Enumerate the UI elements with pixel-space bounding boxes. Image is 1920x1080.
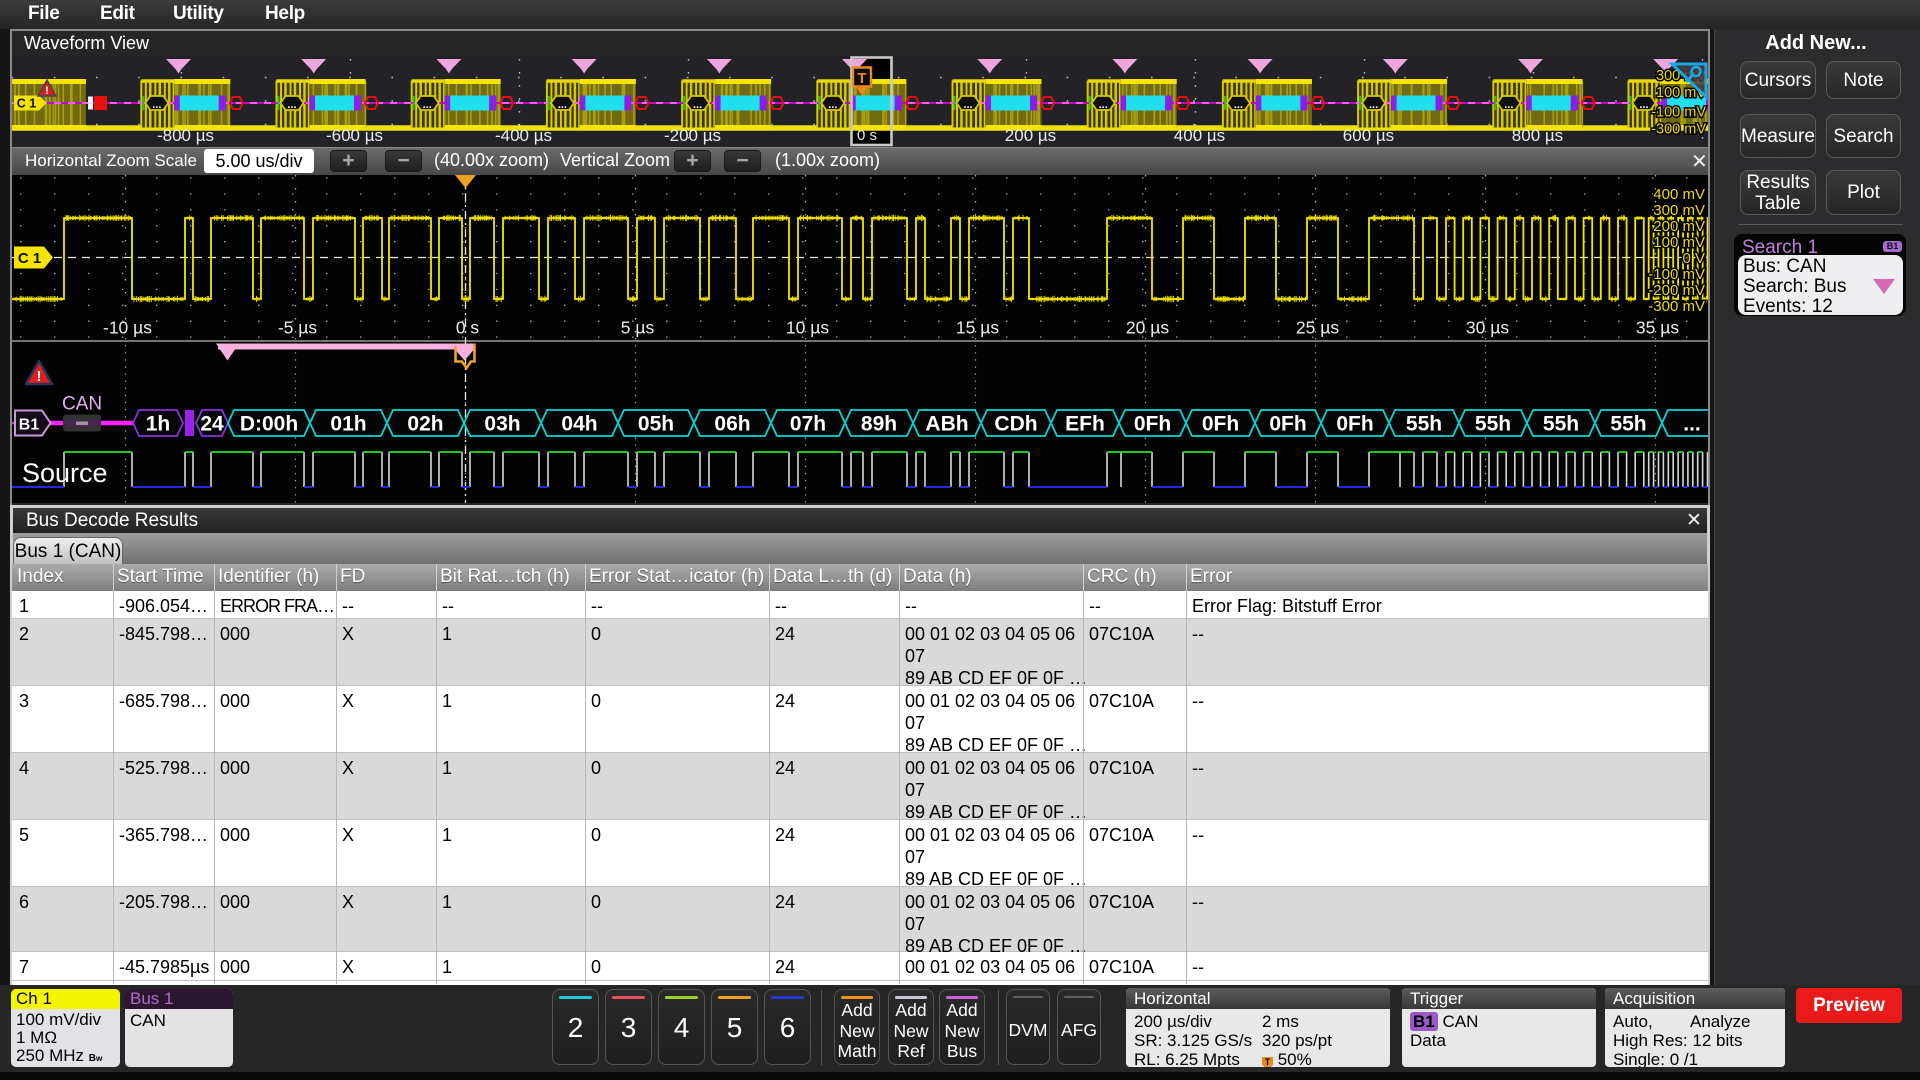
svg-text:07h: 07h [790,413,826,436]
svg-text:0 s: 0 s [857,127,877,144]
svg-text:0Fh: 0Fh [1336,413,1373,436]
svg-text:400 mV: 400 mV [1653,186,1705,203]
svg-text:55h: 55h [1610,413,1646,436]
svg-text:0Fh: 0Fh [1202,413,1239,436]
svg-text:-300 mV: -300 mV [1648,298,1705,315]
svg-text:400 µs: 400 µs [1174,126,1225,145]
svg-text:-300 mV: -300 mV [1651,122,1706,138]
svg-text:05h: 05h [638,413,674,436]
svg-text:...: ... [558,99,567,111]
svg-text:200 µs: 200 µs [1005,126,1056,145]
svg-text:B1: B1 [19,417,40,434]
svg-text:...: ... [1639,99,1648,111]
svg-text:-600 µs: -600 µs [326,126,383,145]
svg-text:...: ... [963,99,972,111]
svg-text:C 1: C 1 [18,250,41,267]
svg-text:0Fh: 0Fh [1134,413,1171,436]
svg-text:06h: 06h [714,413,750,436]
svg-text:89h: 89h [861,413,897,436]
svg-text:-200 µs: -200 µs [664,126,721,145]
svg-text:...: ... [828,99,837,111]
svg-text:800 µs: 800 µs [1512,126,1563,145]
svg-text:...: ... [1099,99,1108,111]
svg-text:...: ... [1234,99,1243,111]
svg-text:200 mV: 200 mV [1653,218,1705,235]
svg-text:...: ... [152,99,161,111]
svg-text:35 µs: 35 µs [1636,318,1679,338]
svg-text:15 µs: 15 µs [956,318,999,338]
svg-text:-400 µs: -400 µs [495,126,552,145]
svg-text:0Fh: 0Fh [1269,413,1306,436]
svg-text:0 s: 0 s [456,318,480,338]
svg-text:EFh: EFh [1065,413,1105,436]
svg-text:...: ... [423,99,432,111]
svg-text:02h: 02h [407,413,443,436]
svg-text:CDh: CDh [994,413,1037,436]
svg-text:5 µs: 5 µs [621,318,655,338]
svg-text:30 µs: 30 µs [1466,318,1509,338]
svg-text:...: ... [1504,99,1513,111]
svg-text:1h: 1h [146,413,171,436]
svg-text:...: ... [287,99,296,111]
svg-text:20 µs: 20 µs [1126,318,1169,338]
svg-text:-800 µs: -800 µs [157,126,214,145]
svg-text:...: ... [1369,99,1378,111]
svg-text:25 µs: 25 µs [1296,318,1339,338]
svg-text:-100 mV: -100 mV [1648,266,1705,283]
svg-text:C 1: C 1 [17,97,37,111]
svg-text:300 mV: 300 mV [1653,202,1705,219]
svg-text:24: 24 [200,413,224,436]
svg-text:-200 mV: -200 mV [1648,282,1705,299]
svg-text:-5 µs: -5 µs [278,318,318,338]
svg-text:T: T [857,70,866,87]
svg-text:04h: 04h [561,413,597,436]
svg-text:...: ... [1683,413,1701,436]
svg-text:600 µs: 600 µs [1343,126,1394,145]
svg-text:-10 µs: -10 µs [103,318,152,338]
svg-text:55h: 55h [1543,413,1579,436]
svg-text:10 µs: 10 µs [786,318,829,338]
svg-text:D:00h: D:00h [240,413,298,436]
svg-text:55h: 55h [1475,413,1511,436]
svg-text:Source: Source [22,458,108,488]
svg-text:ABh: ABh [925,413,968,436]
svg-text:100 mV: 100 mV [1653,234,1705,251]
svg-text:...: ... [693,99,702,111]
svg-text:01h: 01h [330,413,366,436]
svg-text:!: ! [37,368,42,385]
svg-text:03h: 03h [484,413,520,436]
svg-text:!: ! [45,85,49,97]
svg-text:55h: 55h [1406,413,1442,436]
svg-text:0 V: 0 V [1682,250,1705,267]
svg-text:CAN: CAN [62,394,102,415]
svg-text:-100 mV: -100 mV [1651,105,1706,121]
